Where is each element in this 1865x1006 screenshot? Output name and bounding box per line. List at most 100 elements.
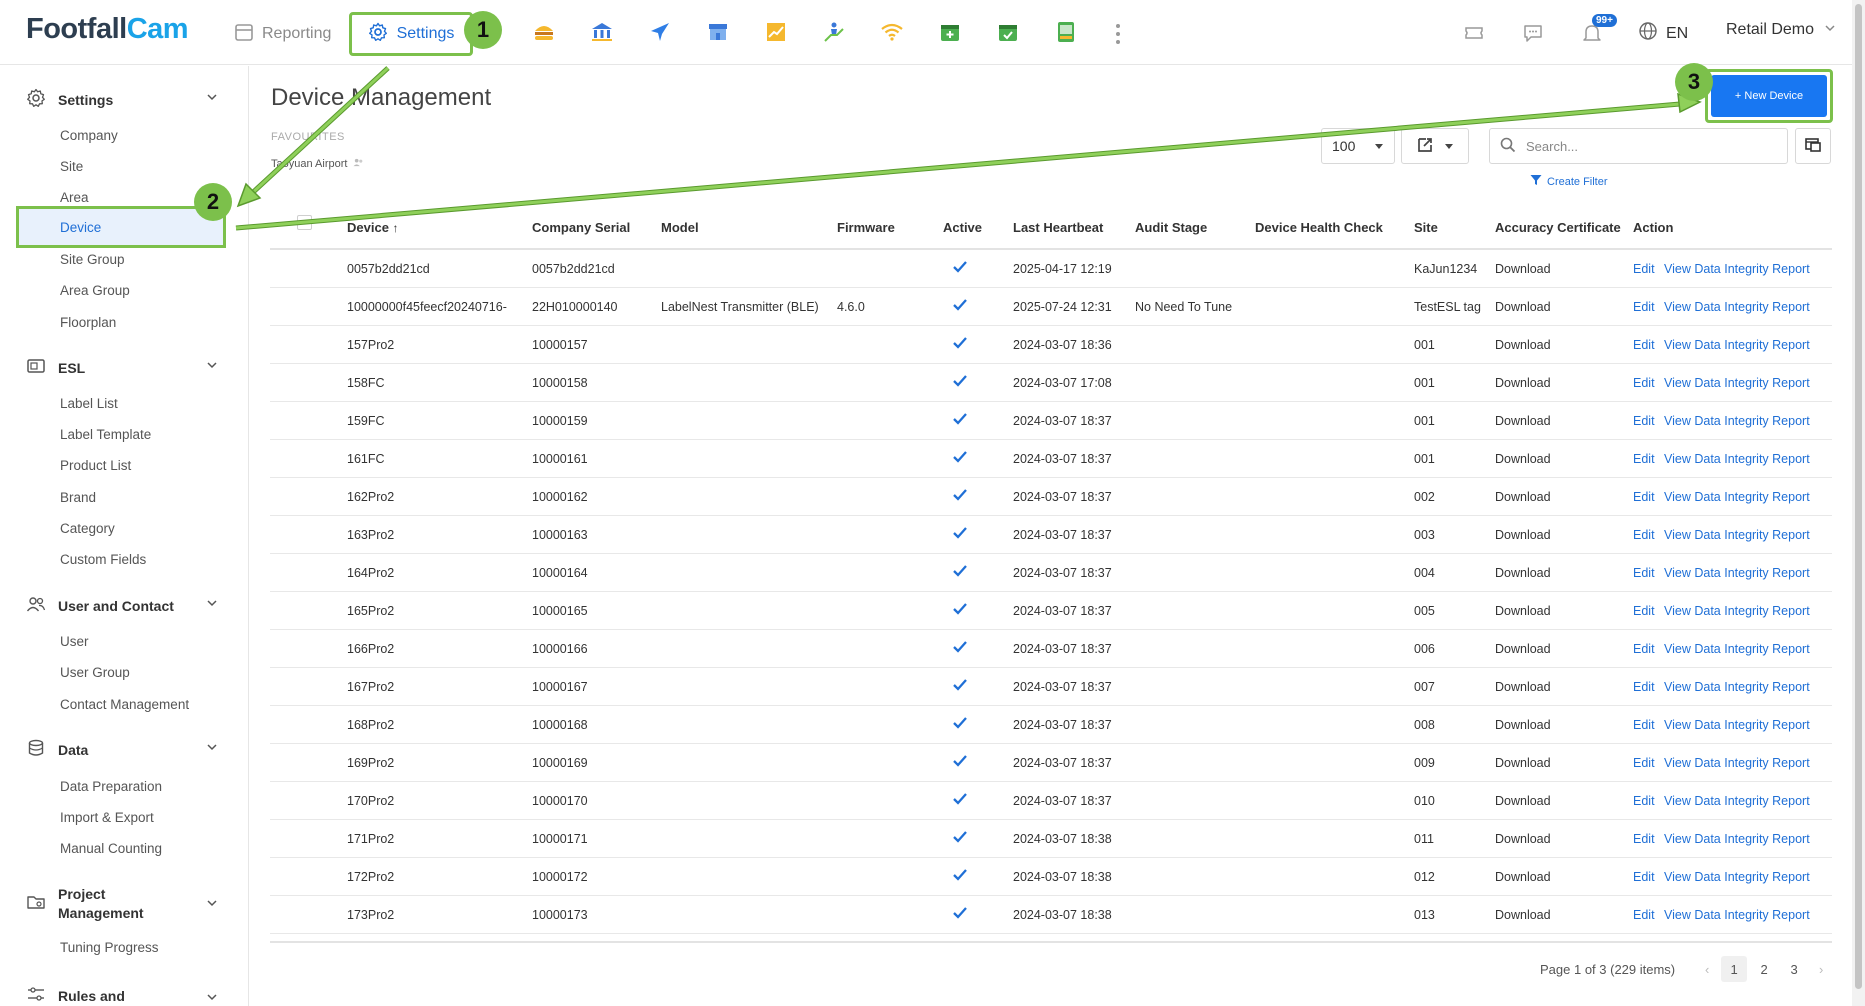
view-data-integrity-report-link[interactable]: View Data Integrity Report bbox=[1664, 642, 1810, 656]
edit-link[interactable]: Edit bbox=[1633, 870, 1655, 884]
escalator-icon[interactable] bbox=[820, 18, 848, 46]
download-certificate-link[interactable]: Download bbox=[1495, 528, 1551, 542]
plane-icon[interactable] bbox=[646, 18, 674, 46]
edit-link[interactable]: Edit bbox=[1633, 414, 1655, 428]
table-row[interactable]: 167Pro2 10000167 2024-03-07 18:37 007 Downlo… bbox=[270, 668, 1832, 706]
download-certificate-link[interactable]: Download bbox=[1495, 566, 1551, 580]
view-data-integrity-report-link[interactable]: View Data Integrity Report bbox=[1664, 680, 1810, 694]
table-row[interactable]: 157Pro2 10000157 2024-03-07 18:36 001 Downlo… bbox=[270, 326, 1832, 364]
column-header-active[interactable]: Active bbox=[943, 220, 982, 235]
sidebar-item-device[interactable]: Device bbox=[16, 206, 226, 248]
chevron-left-icon[interactable]: ‹ bbox=[1695, 962, 1719, 977]
column-header-audit-stage[interactable]: Audit Stage bbox=[1135, 220, 1207, 235]
download-certificate-link[interactable]: Download bbox=[1495, 642, 1551, 656]
tab-reporting[interactable]: Reporting bbox=[234, 20, 331, 48]
page-button-2[interactable]: 2 bbox=[1751, 956, 1777, 982]
view-data-integrity-report-link[interactable]: View Data Integrity Report bbox=[1664, 414, 1810, 428]
sidebar-item-area[interactable]: Area bbox=[60, 190, 89, 205]
view-data-integrity-report-link[interactable]: View Data Integrity Report bbox=[1664, 452, 1810, 466]
edit-link[interactable]: Edit bbox=[1633, 832, 1655, 846]
download-certificate-link[interactable]: Download bbox=[1495, 376, 1551, 390]
edit-link[interactable]: Edit bbox=[1633, 566, 1655, 580]
table-row[interactable]: 162Pro2 10000162 2024-03-07 18:37 002 Downlo… bbox=[270, 478, 1832, 516]
table-row[interactable]: 158FC 10000158 2024-03-07 17:08 001 Download… bbox=[270, 364, 1832, 402]
favourite-item[interactable]: Taoyuan Airport bbox=[271, 157, 364, 171]
table-row[interactable]: 172Pro2 10000172 2024-03-07 18:38 012 Downlo… bbox=[270, 858, 1832, 896]
edit-link[interactable]: Edit bbox=[1633, 756, 1655, 770]
sidebar-item-user-group[interactable]: User Group bbox=[60, 665, 130, 680]
table-row[interactable]: 173Pro2 10000173 2024-03-07 18:38 013 Downlo… bbox=[270, 896, 1832, 934]
sidebar-item-data-preparation[interactable]: Data Preparation bbox=[60, 779, 162, 794]
sidebar-section-user-contact[interactable]: User and Contact bbox=[26, 594, 217, 617]
edit-link[interactable]: Edit bbox=[1633, 490, 1655, 504]
table-row[interactable]: 0057b2dd21cd 0057b2dd21cd 2025-04-17 12:19… bbox=[270, 250, 1832, 288]
table-row[interactable]: 164Pro2 10000164 2024-03-07 18:37 004 Downlo… bbox=[270, 554, 1832, 592]
column-header-device-health-check[interactable]: Device Health Check bbox=[1255, 220, 1383, 235]
edit-link[interactable]: Edit bbox=[1633, 604, 1655, 618]
edit-link[interactable]: Edit bbox=[1633, 262, 1655, 276]
download-certificate-link[interactable]: Download bbox=[1495, 338, 1551, 352]
view-data-integrity-report-link[interactable]: View Data Integrity Report bbox=[1664, 832, 1810, 846]
sidebar-section-settings[interactable]: Settings bbox=[26, 88, 217, 111]
growth-chart-icon[interactable] bbox=[762, 18, 790, 46]
download-certificate-link[interactable]: Download bbox=[1495, 832, 1551, 846]
sidebar-section-rules[interactable]: Rules and bbox=[26, 984, 217, 1006]
table-row[interactable]: 166Pro2 10000166 2024-03-07 18:37 006 Downlo… bbox=[270, 630, 1832, 668]
sidebar-section-esl[interactable]: ESL bbox=[26, 356, 217, 379]
table-row[interactable]: 171Pro2 10000171 2024-03-07 18:38 011 Downlo… bbox=[270, 820, 1832, 858]
download-certificate-link[interactable]: Download bbox=[1495, 794, 1551, 808]
page-size-select[interactable]: 100 bbox=[1321, 128, 1395, 164]
more-vertical-icon[interactable] bbox=[1112, 20, 1124, 48]
search-box[interactable] bbox=[1489, 128, 1788, 164]
download-certificate-link[interactable]: Download bbox=[1495, 490, 1551, 504]
download-certificate-link[interactable]: Download bbox=[1495, 908, 1551, 922]
select-all-checkbox[interactable] bbox=[297, 215, 312, 230]
view-data-integrity-report-link[interactable]: View Data Integrity Report bbox=[1664, 490, 1810, 504]
view-data-integrity-report-link[interactable]: View Data Integrity Report bbox=[1664, 376, 1810, 390]
ticket-icon[interactable] bbox=[1460, 19, 1488, 47]
column-header-last-heartbeat[interactable]: Last Heartbeat bbox=[1013, 220, 1103, 235]
table-row[interactable]: 10000000f45feecf20240716- 22H010000140 Lab… bbox=[270, 288, 1832, 326]
table-row[interactable]: 163Pro2 10000163 2024-03-07 18:37 003 Downlo… bbox=[270, 516, 1832, 554]
sidebar-item-import-export[interactable]: Import & Export bbox=[60, 810, 154, 825]
sidebar-item-label-list[interactable]: Label List bbox=[60, 396, 118, 411]
edit-link[interactable]: Edit bbox=[1633, 908, 1655, 922]
table-row[interactable]: 161FC 10000161 2024-03-07 18:37 001 Download… bbox=[270, 440, 1832, 478]
edit-link[interactable]: Edit bbox=[1633, 680, 1655, 694]
user-menu[interactable]: Retail Demo bbox=[1726, 21, 1836, 39]
burger-icon[interactable] bbox=[530, 18, 558, 46]
view-data-integrity-report-link[interactable]: View Data Integrity Report bbox=[1664, 528, 1810, 542]
sidebar-item-brand[interactable]: Brand bbox=[60, 490, 96, 505]
store-icon[interactable] bbox=[704, 18, 732, 46]
download-certificate-link[interactable]: Download bbox=[1495, 718, 1551, 732]
download-certificate-link[interactable]: Download bbox=[1495, 414, 1551, 428]
column-header-firmware[interactable]: Firmware bbox=[837, 220, 895, 235]
column-header-accuracy-certificate[interactable]: Accuracy Certificate bbox=[1495, 220, 1621, 235]
download-certificate-link[interactable]: Download bbox=[1495, 756, 1551, 770]
view-data-integrity-report-link[interactable]: View Data Integrity Report bbox=[1664, 756, 1810, 770]
table-row[interactable]: 169Pro2 10000169 2024-03-07 18:37 009 Downlo… bbox=[270, 744, 1832, 782]
view-data-integrity-report-link[interactable]: View Data Integrity Report bbox=[1664, 794, 1810, 808]
calendar-check-icon[interactable] bbox=[994, 18, 1022, 46]
view-data-integrity-report-link[interactable]: View Data Integrity Report bbox=[1664, 566, 1810, 580]
tab-settings[interactable]: Settings bbox=[349, 12, 473, 56]
export-button[interactable] bbox=[1401, 128, 1469, 164]
chat-icon[interactable] bbox=[1519, 19, 1547, 47]
bank-icon[interactable] bbox=[588, 18, 616, 46]
sidebar-item-category[interactable]: Category bbox=[60, 521, 115, 536]
table-row[interactable]: 170Pro2 10000170 2024-03-07 18:37 010 Downlo… bbox=[270, 782, 1832, 820]
edit-link[interactable]: Edit bbox=[1633, 642, 1655, 656]
calendar-add-icon[interactable] bbox=[936, 18, 964, 46]
view-data-integrity-report-link[interactable]: View Data Integrity Report bbox=[1664, 718, 1810, 732]
create-filter-link[interactable]: Create Filter bbox=[1530, 174, 1608, 189]
sidebar-item-product-list[interactable]: Product List bbox=[60, 458, 131, 473]
sidebar-item-label-template[interactable]: Label Template bbox=[60, 427, 151, 442]
wifi-icon[interactable] bbox=[878, 18, 906, 46]
view-data-integrity-report-link[interactable]: View Data Integrity Report bbox=[1664, 604, 1810, 618]
search-input[interactable] bbox=[1526, 138, 1766, 154]
page-button-3[interactable]: 3 bbox=[1781, 956, 1807, 982]
device-screen-icon[interactable] bbox=[1052, 18, 1080, 46]
edit-link[interactable]: Edit bbox=[1633, 794, 1655, 808]
sidebar-item-site-group[interactable]: Site Group bbox=[60, 252, 125, 267]
view-data-integrity-report-link[interactable]: View Data Integrity Report bbox=[1664, 262, 1810, 276]
